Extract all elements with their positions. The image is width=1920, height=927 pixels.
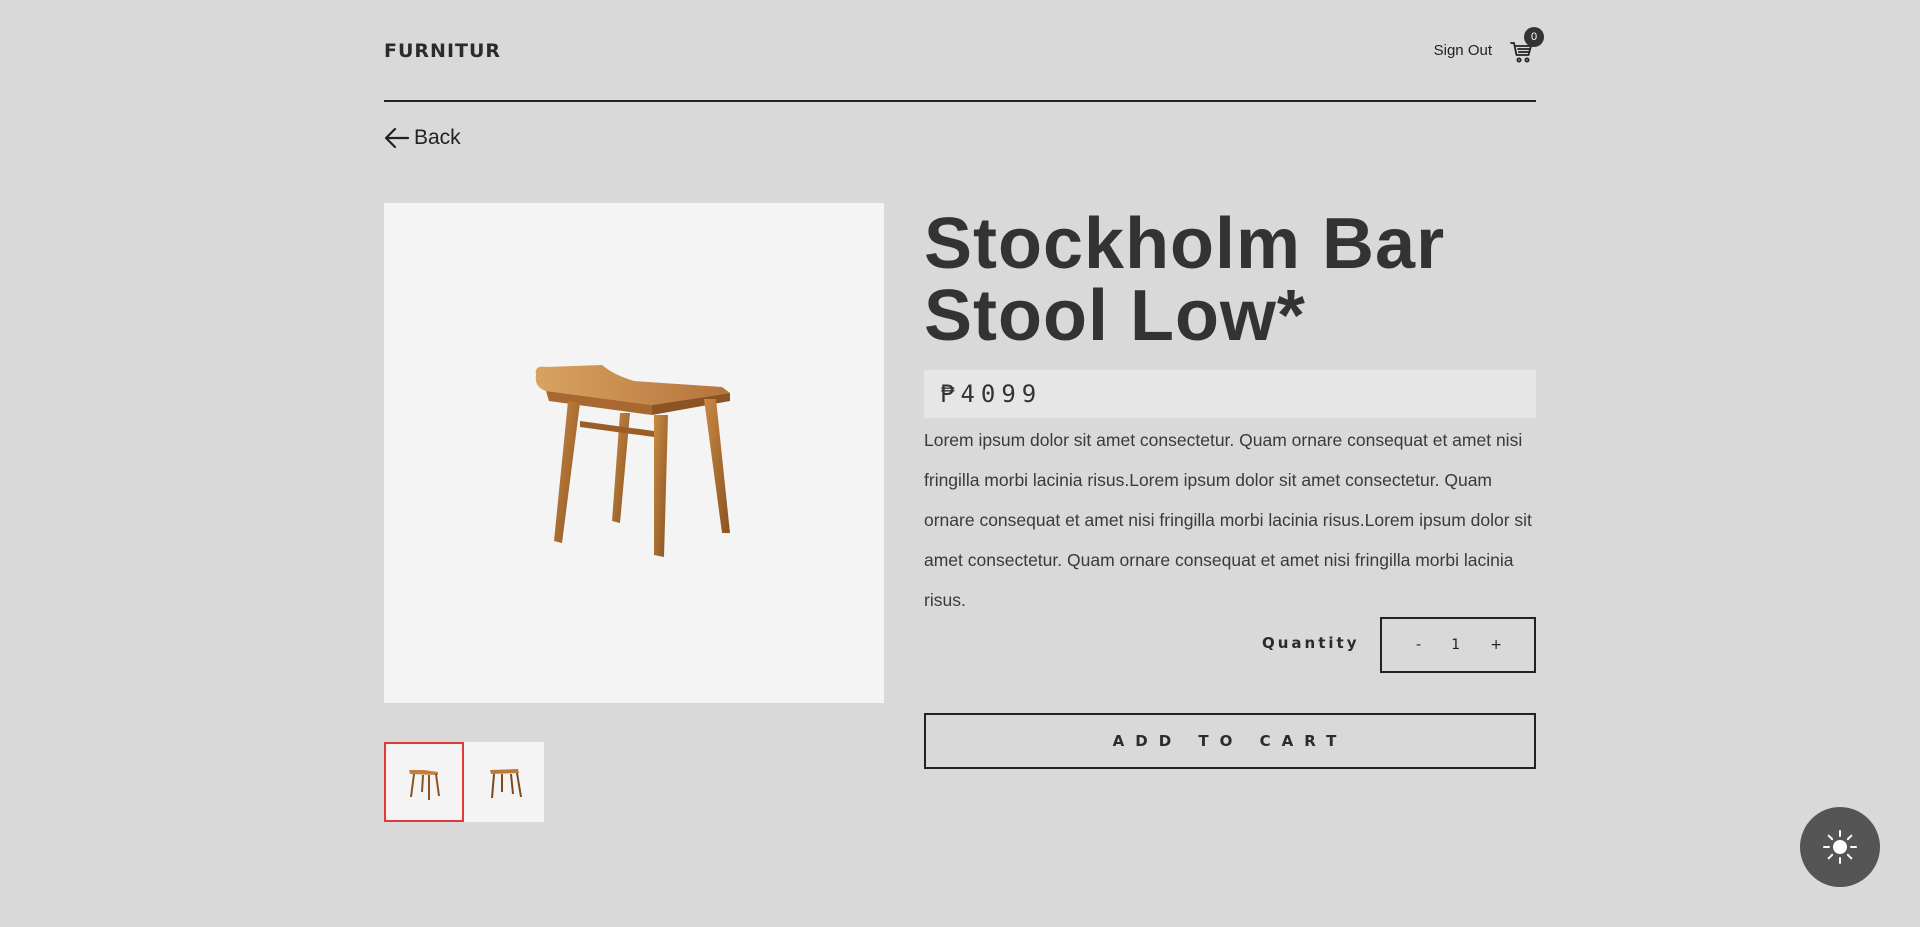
quantity-value: 1 [1451,637,1461,653]
product-title: Stockholm Bar Stool Low* [924,204,1446,356]
product-price: ₱4099 [924,370,1536,418]
stool-thumbnail-2 [490,769,522,798]
thumbnail-1[interactable] [384,742,464,822]
site-header: FURNITUR Sign Out 0 [384,0,1544,102]
arrow-left-icon [384,127,410,149]
cart-count-badge: 0 [1524,27,1544,47]
back-label: Back [414,126,461,149]
stool-image [535,365,730,557]
cart-button[interactable]: 0 [1510,27,1544,64]
sun-icon [1823,830,1857,864]
theme-toggle-button[interactable] [1800,807,1880,887]
quantity-increase-button[interactable]: + [1490,637,1502,653]
sign-out-link[interactable]: Sign Out [1434,42,1492,59]
product-main-image [384,203,884,703]
add-to-cart-button[interactable]: ADD TO CART [924,713,1536,769]
quantity-decrease-button[interactable]: - [1416,637,1421,653]
back-link[interactable]: Back [384,124,461,152]
product-description: Lorem ipsum dolor sit amet consectetur. … [924,430,1532,610]
quantity-label: Quantity [1262,634,1360,652]
product-page: FURNITUR Sign Out 0 Back Stockholm Bar S… [0,0,1920,927]
thumbnail-strip [384,742,544,822]
thumbnail-2[interactable] [464,742,544,822]
stool-thumbnail-1 [409,770,440,800]
brand-logo[interactable]: FURNITUR [384,40,501,62]
quantity-stepper: - 1 + [1380,617,1536,673]
